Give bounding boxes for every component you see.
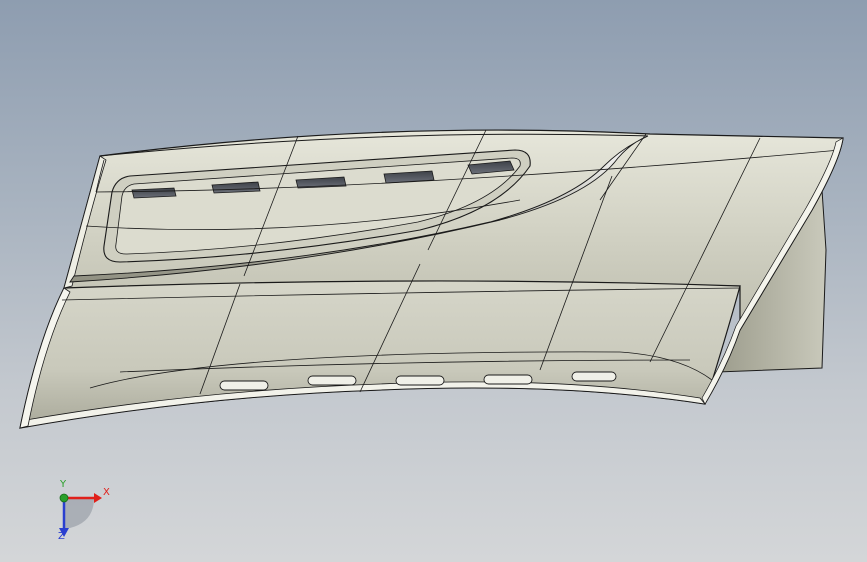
triad-axes xyxy=(59,493,102,537)
vent-slot xyxy=(131,187,177,199)
z-axis-label: Z xyxy=(58,531,65,542)
triad-shadow xyxy=(64,498,94,528)
vent-slot xyxy=(483,374,533,385)
cad-model[interactable] xyxy=(0,0,867,562)
vent-slot xyxy=(307,375,357,386)
x-axis-arrow xyxy=(94,493,102,503)
x-axis-label: X xyxy=(103,487,110,498)
coordinate-triad: X Y Z xyxy=(44,479,124,546)
y-axis-label: Y xyxy=(60,479,67,490)
graphics-viewport[interactable]: X Y Z xyxy=(0,0,867,562)
y-axis-dot xyxy=(59,493,69,503)
vent-slot xyxy=(219,380,269,391)
vent-slot xyxy=(571,371,617,382)
vent-slot xyxy=(395,375,445,386)
